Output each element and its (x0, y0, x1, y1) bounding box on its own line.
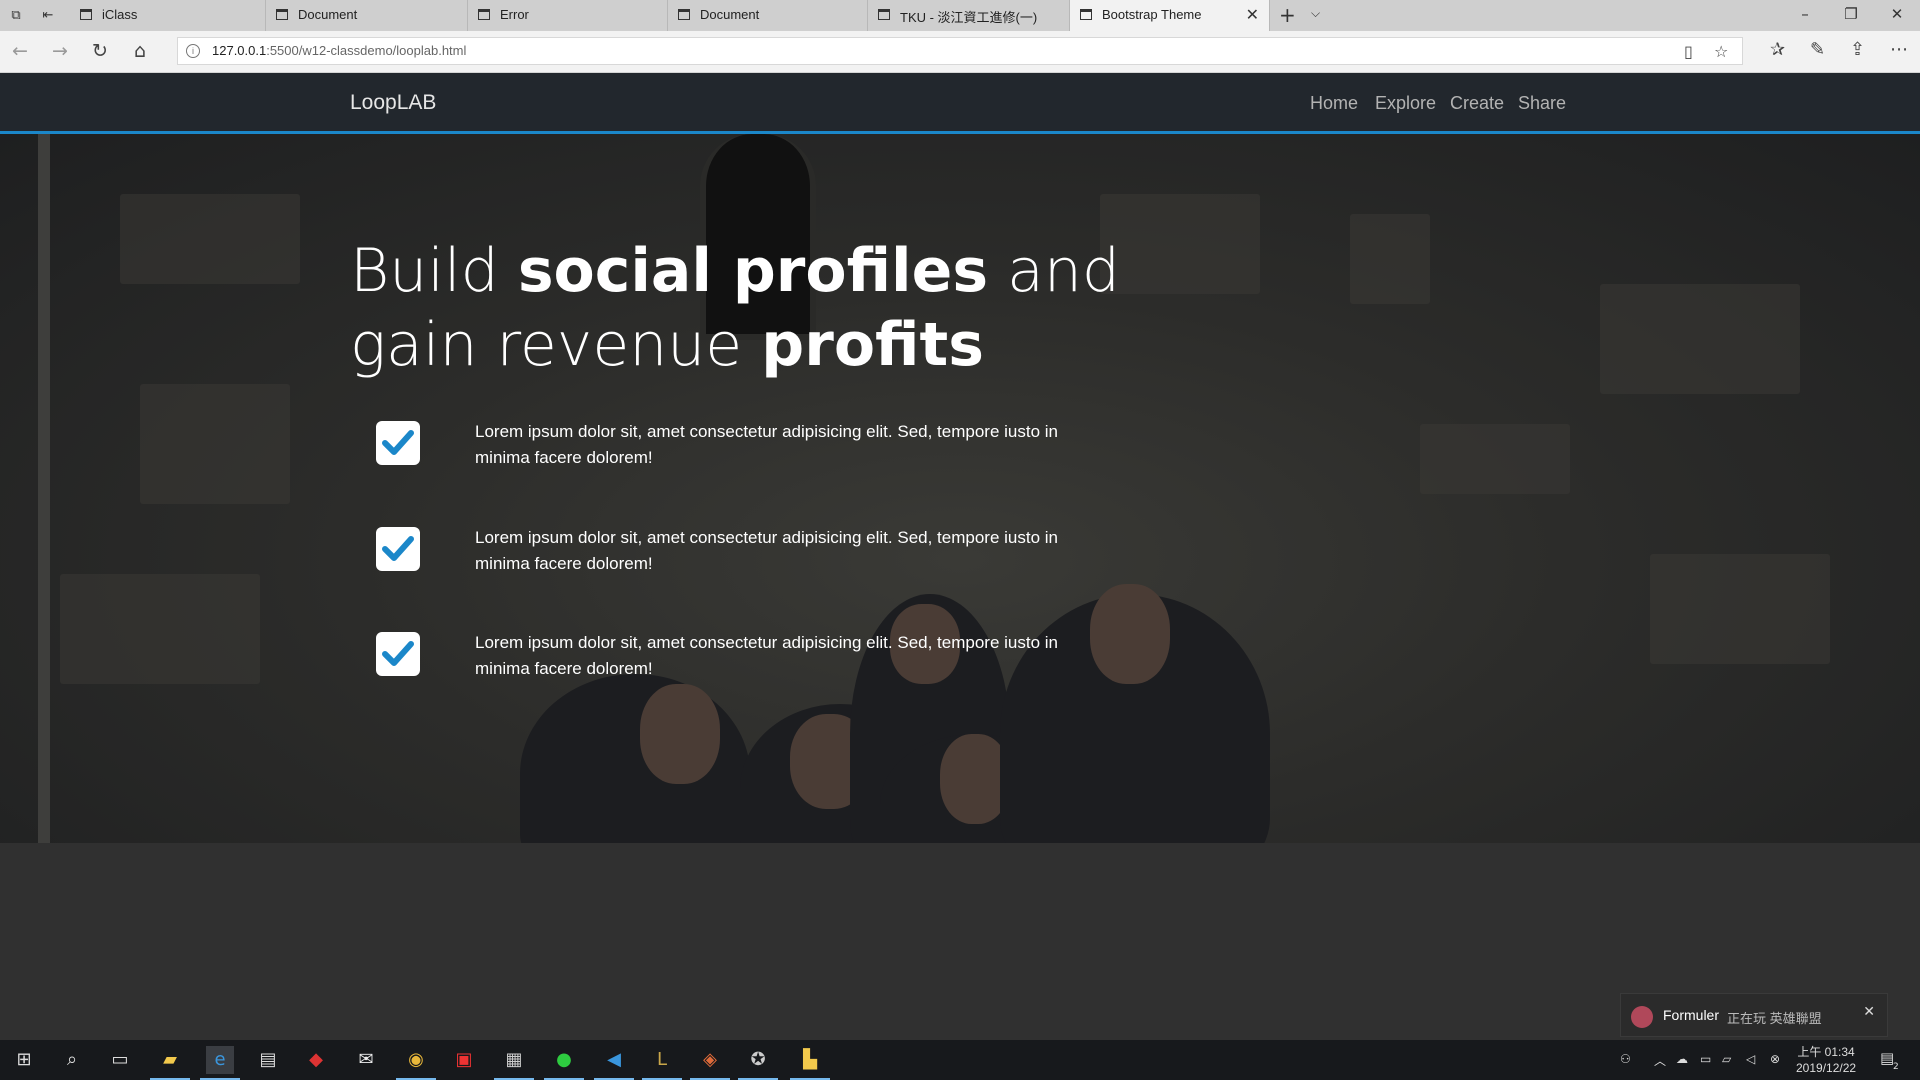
browser-tab[interactable]: TKU - 淡江資工進修(一) (868, 0, 1070, 31)
feature-item: Lorem ipsum dolor sit, amet consectetur … (0, 632, 1200, 712)
pen-icon[interactable]: ✎ (1810, 39, 1825, 60)
web-page: LoopLAB Home Explore Create Share Build … (0, 73, 1920, 843)
browser-tab-active[interactable]: Bootstrap Theme ✕ (1070, 0, 1270, 31)
avatar (1631, 1006, 1653, 1028)
search-icon[interactable]: ⌕ (58, 1046, 86, 1074)
tab-label: Error (500, 7, 529, 22)
url-text: 127.0.0.1:5500/w12-classdemo/looplab.htm… (212, 43, 467, 58)
nav-link-share[interactable]: Share (1518, 93, 1566, 114)
app-icon[interactable]: ✪ (738, 1046, 778, 1080)
tab-label: Bootstrap Theme (1102, 7, 1202, 22)
browser-tab[interactable]: Error (468, 0, 668, 31)
page-icon (878, 9, 890, 20)
url-input[interactable]: i 127.0.0.1:5500/w12-classdemo/looplab.h… (177, 37, 1743, 65)
nav-link-create[interactable]: Create (1450, 93, 1504, 114)
chrome-icon[interactable]: ◉ (396, 1046, 436, 1080)
app-icon[interactable]: ▦ (494, 1046, 534, 1080)
tab-label: iClass (102, 7, 138, 22)
refresh-button[interactable]: ↻ (88, 40, 112, 62)
git-icon[interactable]: ◈ (690, 1046, 730, 1080)
tray-app-icon[interactable]: ⊗ (1770, 1052, 1780, 1066)
back-button[interactable]: ← (8, 40, 32, 62)
feature-item: Lorem ipsum dolor sit, amet consectetur … (0, 527, 1200, 607)
reading-view-icon[interactable]: ▯ (1684, 42, 1693, 61)
tab-label: Document (700, 7, 760, 22)
info-icon[interactable]: i (186, 44, 200, 58)
tab-label: Document (298, 7, 358, 22)
browser-tab[interactable]: Document (668, 0, 868, 31)
notification-message: 正在玩 英雄聯盟 (1727, 1011, 1822, 1026)
volume-icon[interactable]: ◁ (1746, 1052, 1755, 1066)
notification-toast[interactable]: Formuler 正在玩 英雄聯盟 ✕ (1620, 993, 1888, 1037)
home-button[interactable]: ⌂ (128, 40, 152, 62)
checkmark-icon (376, 527, 420, 571)
browser-tab[interactable]: Document (266, 0, 468, 31)
mail-icon[interactable]: ✉ (352, 1046, 380, 1074)
edge-browser-icon[interactable]: e (200, 1046, 240, 1080)
checkmark-icon (376, 421, 420, 465)
onedrive-icon[interactable]: ☁ (1676, 1052, 1688, 1066)
checkmark-icon (376, 632, 420, 676)
hero-headline: Build social profiles and gain revenue p… (350, 236, 1120, 380)
feature-text: Lorem ipsum dolor sit, amet consectetur … (475, 633, 1058, 678)
line-icon[interactable]: ● (544, 1046, 584, 1080)
task-view-icon[interactable]: ▭ (106, 1046, 134, 1074)
battery-icon[interactable]: ▭ (1700, 1052, 1711, 1066)
close-window-button[interactable]: ✕ (1882, 5, 1912, 23)
page-icon (80, 9, 92, 20)
network-icon[interactable]: ▱ (1722, 1052, 1731, 1066)
background-stone (1350, 214, 1430, 304)
taskbar: ⊞ ⌕ ▭ ▰ e ▤ ◆ ✉ ◉ ▣ ▦ ● ◀ L ◈ ✪ ▙ ⚇ ︿ ☁ … (0, 1040, 1920, 1080)
notification-name: Formuler (1663, 1007, 1720, 1023)
garena-icon[interactable]: ◆ (302, 1046, 330, 1074)
more-icon[interactable]: ⋯ (1890, 39, 1908, 60)
brand-logo[interactable]: LoopLAB (350, 91, 436, 115)
share-icon[interactable]: ⇪ (1850, 39, 1865, 60)
page-icon (1080, 9, 1092, 20)
new-tab-button[interactable]: + (1279, 3, 1296, 27)
page-icon (678, 9, 690, 20)
clock[interactable]: 上午 01:34 2019/12/22 (1796, 1044, 1856, 1076)
favorites-icon[interactable]: ✰ (1770, 39, 1785, 60)
set-aside-tabs-icon[interactable]: ⇤ (38, 6, 58, 26)
people-icon[interactable]: ⚇ (1620, 1052, 1631, 1066)
chevron-up-icon[interactable]: ︿ (1654, 1052, 1666, 1069)
page-icon (276, 9, 288, 20)
file-explorer-icon[interactable]: ▰ (150, 1046, 190, 1080)
close-icon[interactable]: ✕ (1863, 1004, 1875, 1020)
hero-section: Build social profiles and gain revenue p… (0, 134, 1920, 843)
favorite-star-icon[interactable]: ☆ (1714, 42, 1728, 61)
nav-link-explore[interactable]: Explore (1375, 93, 1436, 114)
tab-label: TKU - 淡江資工進修(一) (900, 10, 1038, 25)
address-bar: ← → ↻ ⌂ i 127.0.0.1:5500/w12-classdemo/l… (0, 31, 1920, 73)
feature-text: Lorem ipsum dolor sit, amet consectetur … (475, 528, 1058, 573)
restore-button[interactable]: ❐ (1836, 5, 1866, 23)
vscode-icon[interactable]: ◀ (594, 1046, 634, 1080)
notification-count: 2 (1893, 1062, 1899, 1072)
nav-link-home[interactable]: Home (1310, 93, 1358, 114)
feature-item: Lorem ipsum dolor sit, amet consectetur … (0, 421, 1200, 501)
background-stone (1600, 284, 1800, 394)
background-stone (1420, 424, 1570, 494)
windows-start-icon[interactable]: ⊞ (10, 1046, 38, 1074)
page-icon (478, 9, 490, 20)
tab-manager-icon[interactable]: ⧉ (6, 6, 26, 26)
app-icon[interactable]: ▣ (450, 1046, 478, 1074)
store-icon[interactable]: ▤ (254, 1046, 282, 1074)
chevron-down-icon[interactable]: ⌵ (1311, 6, 1320, 21)
browser-tab[interactable]: iClass (70, 0, 266, 31)
forward-button[interactable]: → (48, 40, 72, 62)
close-tab-icon[interactable]: ✕ (1246, 5, 1259, 24)
background-stone (1650, 554, 1830, 664)
league-of-legends-icon[interactable]: L (642, 1046, 682, 1080)
browser-tab-bar: ⧉ ⇤ iClass Document Error Document TKU -… (0, 0, 1920, 31)
sticky-notes-icon[interactable]: ▙ (790, 1046, 830, 1080)
background-stone (120, 194, 300, 284)
feature-text: Lorem ipsum dolor sit, amet consectetur … (475, 422, 1058, 467)
minimize-button[interactable]: – (1790, 5, 1820, 23)
site-navbar: LoopLAB Home Explore Create Share (0, 73, 1920, 134)
